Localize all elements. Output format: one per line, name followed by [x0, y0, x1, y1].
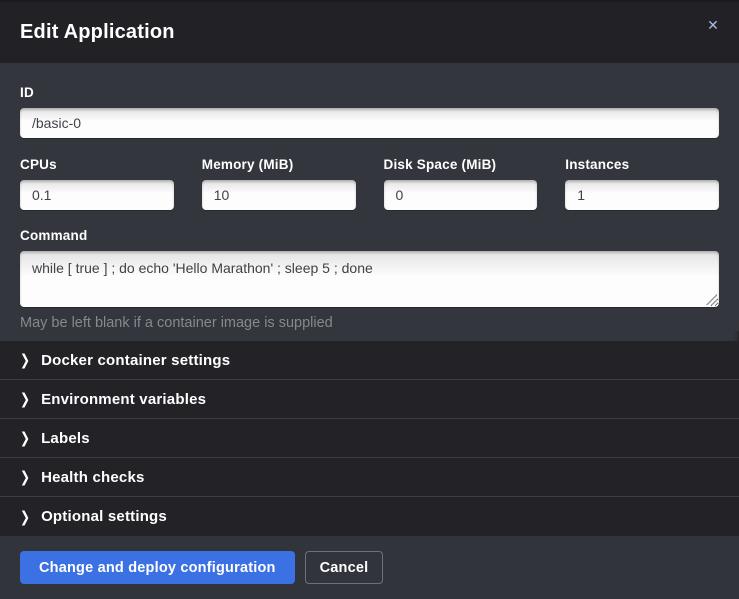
id-label: ID: [20, 85, 719, 100]
cancel-button[interactable]: Cancel: [305, 551, 384, 584]
instances-form-group: Instances: [565, 157, 719, 210]
accordion-optional-settings[interactable]: ❯ Optional settings: [0, 497, 739, 536]
memory-form-group: Memory (MiB): [202, 157, 356, 210]
disk-form-group: Disk Space (MiB): [384, 157, 538, 210]
id-input[interactable]: [20, 108, 719, 138]
chevron-right-icon: ❯: [20, 470, 30, 485]
accordion-label: Labels: [41, 430, 90, 447]
instances-label: Instances: [565, 157, 719, 172]
command-form-group: Command while [ true ] ; do echo 'Hello …: [20, 228, 719, 331]
accordion-label: Health checks: [41, 469, 144, 486]
change-and-deploy-button[interactable]: Change and deploy configuration: [20, 551, 295, 584]
disk-input[interactable]: [384, 180, 538, 210]
accordion-labels[interactable]: ❯ Labels: [0, 419, 739, 458]
modal-header: Edit Application ✕: [0, 0, 739, 63]
accordion-environment-variables[interactable]: ❯ Environment variables: [0, 380, 739, 419]
cpus-form-group: CPUs: [20, 157, 174, 210]
accordion-label: Environment variables: [41, 391, 206, 408]
accordion-panel: ❯ Docker container settings ❯ Environmen…: [0, 341, 739, 536]
chevron-right-icon: ❯: [20, 431, 30, 446]
command-label: Command: [20, 228, 719, 243]
disk-label: Disk Space (MiB): [384, 157, 538, 172]
accordion-health-checks[interactable]: ❯ Health checks: [0, 458, 739, 497]
command-textarea[interactable]: while [ true ] ; do echo 'Hello Marathon…: [20, 251, 719, 307]
chevron-right-icon: ❯: [20, 353, 30, 368]
accordion-label: Optional settings: [41, 508, 167, 525]
accordion-docker-container-settings[interactable]: ❯ Docker container settings: [0, 341, 739, 380]
modal-footer: Change and deploy configuration Cancel: [0, 536, 739, 599]
chevron-right-icon: ❯: [20, 392, 30, 407]
cpus-input[interactable]: [20, 180, 174, 210]
chevron-right-icon: ❯: [20, 509, 30, 524]
command-help-text: May be left blank if a container image i…: [20, 315, 719, 331]
accordion-label: Docker container settings: [41, 352, 230, 369]
memory-label: Memory (MiB): [202, 157, 356, 172]
memory-input[interactable]: [202, 180, 356, 210]
instances-input[interactable]: [565, 180, 719, 210]
id-form-group: ID: [20, 85, 719, 138]
resources-row: CPUs Memory (MiB) Disk Space (MiB) Insta…: [20, 157, 719, 210]
page-title: Edit Application: [20, 21, 175, 44]
modal-body: ID CPUs Memory (MiB) Disk Space (MiB) In…: [0, 63, 739, 331]
command-textarea-wrap: while [ true ] ; do echo 'Hello Marathon…: [20, 251, 719, 307]
cpus-label: CPUs: [20, 157, 174, 172]
close-icon[interactable]: ✕: [701, 14, 725, 38]
edit-application-modal: Edit Application ✕ ID CPUs Memory (MiB) …: [0, 0, 739, 599]
